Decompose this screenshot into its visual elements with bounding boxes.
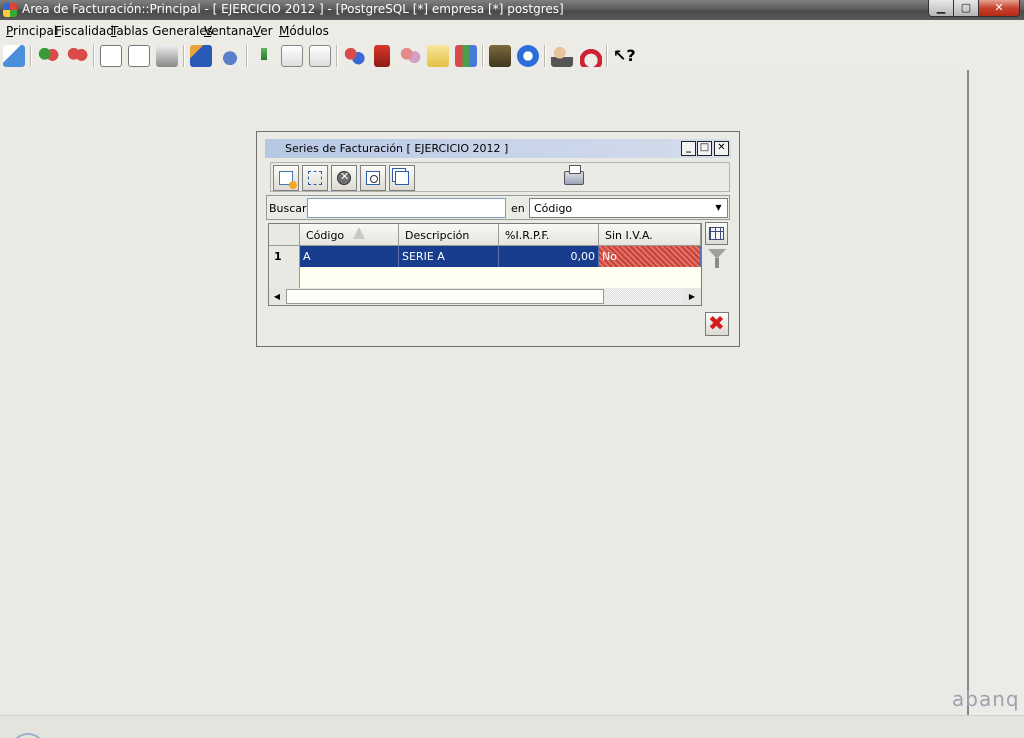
magnet-icon[interactable] <box>580 45 602 67</box>
menu-tablas-generales[interactable]: Tablas Generales <box>111 24 213 38</box>
document-ab-icon[interactable] <box>128 45 150 67</box>
close-button[interactable]: ✕ <box>978 0 1020 17</box>
menu-bar: Principal Fiscalidad Tablas Generales Ve… <box>0 20 1024 41</box>
table-cell-irpf[interactable]: 0,00 <box>499 246 599 267</box>
network-users-icon[interactable] <box>343 45 365 67</box>
menu-principal[interactable]: Principal <box>6 24 57 38</box>
scrollbar-track[interactable] <box>605 289 683 304</box>
copy-record-button[interactable] <box>389 165 415 191</box>
column-header-sin-iva[interactable]: Sin I.V.A. <box>599 224 701 246</box>
toolbar-separator <box>30 45 32 67</box>
globe-icon[interactable] <box>517 45 539 67</box>
whats-this-help-icon[interactable]: ↖? <box>613 45 636 67</box>
edit-record-icon <box>308 171 322 185</box>
printer-icon <box>564 165 584 185</box>
series-table: Código Descripción %I.R.P.F. Sin I.V.A. … <box>268 223 702 306</box>
status-bar <box>0 715 1024 738</box>
app-logo-icon <box>3 3 17 17</box>
menu-ventana[interactable]: Ventana <box>204 24 253 38</box>
chevron-down-icon[interactable]: ▼ <box>711 200 726 216</box>
scroll-right-icon[interactable]: ▶ <box>684 288 700 305</box>
toolbar-separator <box>544 45 546 67</box>
users-pink-icon[interactable] <box>399 45 421 67</box>
stamp-icon[interactable] <box>489 45 511 67</box>
copy-record-icon <box>395 171 409 185</box>
search-label: Buscar <box>269 202 307 215</box>
edit-record-button[interactable] <box>302 165 328 191</box>
column-header-codigo[interactable]: Código <box>300 224 399 246</box>
column-header-descripcion[interactable]: Descripción <box>399 224 499 246</box>
toolbar-separator <box>93 45 95 67</box>
sort-ascending-icon <box>353 227 365 239</box>
view-record-icon <box>366 171 380 185</box>
record-toolbar <box>270 162 730 192</box>
main-toolbar: ↖? <box>0 41 1024 70</box>
spreadsheet-icon[interactable] <box>455 45 477 67</box>
calculator-icon[interactable] <box>374 45 390 67</box>
chart-icon[interactable] <box>190 45 212 67</box>
row-header[interactable]: 1 <box>269 246 300 267</box>
search-field-select[interactable]: Código ▼ <box>529 198 728 218</box>
toolbar-separator <box>183 45 185 67</box>
minimize-button[interactable]: ▁ <box>928 0 954 17</box>
calendar-05-icon[interactable] <box>100 45 122 67</box>
table-grid-icon <box>709 227 724 240</box>
funnel-filter-icon <box>708 249 726 268</box>
toolbar-separator <box>482 45 484 67</box>
window-title-bar: Area de Facturación::Principal - [ EJERC… <box>0 0 1024 20</box>
new-record-button[interactable] <box>273 165 299 191</box>
toolbar-separator <box>336 45 338 67</box>
maximize-button[interactable]: ▢ <box>953 0 979 17</box>
table-cell-sin-iva[interactable]: No <box>599 246 701 267</box>
printer-pages-icon[interactable] <box>156 45 178 67</box>
table-cell-descripcion[interactable]: SERIE A <box>399 246 499 267</box>
users-red-icon[interactable] <box>66 45 88 67</box>
column-header-irpf[interactable]: %I.R.P.F. <box>499 224 599 246</box>
window-title: Area de Facturación::Principal - [ EJERC… <box>22 2 564 16</box>
search-field-label: en <box>511 202 525 215</box>
search-bar: Buscar en Código ▼ <box>266 195 730 220</box>
home-module-icon[interactable] <box>3 45 25 67</box>
red-x-icon: ✖ <box>708 311 725 335</box>
close-dialog-button[interactable]: ✖ <box>705 311 729 336</box>
print-button[interactable] <box>561 165 587 191</box>
delete-record-icon <box>337 170 351 185</box>
export-doc-icon[interactable] <box>281 45 303 67</box>
scrollbar-thumb[interactable] <box>286 289 604 304</box>
menu-modulos[interactable]: Módulos <box>279 24 329 38</box>
delete-record-button[interactable] <box>331 165 357 191</box>
person-key-icon[interactable] <box>551 45 573 67</box>
users-green-icon[interactable] <box>37 45 59 67</box>
folder-notes-icon[interactable] <box>427 45 449 67</box>
dialog-minimize-button[interactable]: _ <box>681 141 696 156</box>
side-panel <box>969 70 1024 715</box>
scroll-left-icon[interactable]: ◀ <box>269 288 285 305</box>
status-indicator-icon <box>10 733 46 738</box>
padlock-icon[interactable] <box>219 45 241 67</box>
abanq-watermark: abanq <box>952 687 1020 711</box>
dialog-title: Series de Facturación [ EJERCICIO 2012 ] <box>285 142 509 155</box>
table-corner <box>269 224 300 246</box>
toolbar-separator <box>246 45 248 67</box>
new-record-icon <box>279 171 297 189</box>
menu-fiscalidad[interactable]: Fiscalidad <box>55 24 114 38</box>
table-cell-codigo[interactable]: A <box>300 246 399 267</box>
import-doc-icon[interactable] <box>309 45 331 67</box>
row-header-empty <box>269 267 300 288</box>
dialog-close-button[interactable]: ✕ <box>714 141 729 156</box>
dialog-title-bar: Series de Facturación [ EJERCICIO 2012 ]… <box>265 139 731 158</box>
horizontal-scrollbar[interactable]: ◀ ▶ <box>269 288 701 305</box>
dialog-maximize-button[interactable]: □ <box>697 141 712 156</box>
search-input[interactable] <box>307 198 506 218</box>
search-field-value: Código <box>534 202 573 215</box>
menu-ver[interactable]: Ver <box>253 24 273 38</box>
table-view-button[interactable] <box>705 222 728 245</box>
series-dialog: Series de Facturación [ EJERCICIO 2012 ]… <box>256 131 740 347</box>
view-record-button[interactable] <box>360 165 386 191</box>
filter-button[interactable] <box>705 246 728 269</box>
toolbar-separator <box>606 45 608 67</box>
download-arrow-icon[interactable] <box>253 45 275 67</box>
